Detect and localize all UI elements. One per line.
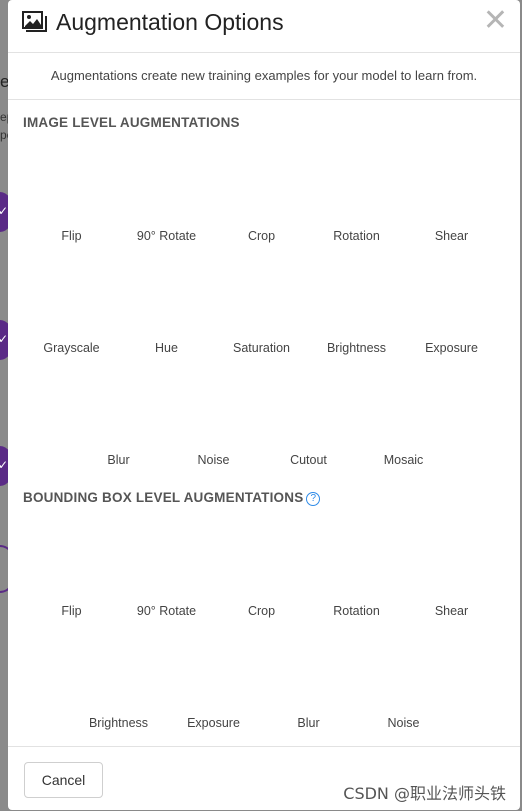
close-icon[interactable]: ✕	[483, 6, 508, 36]
aug-option-mosaic[interactable]: Mosaic	[356, 453, 451, 467]
image-gallery-icon	[22, 11, 47, 32]
modal-title: Augmentation Options	[56, 9, 284, 35]
aug-option-exposure[interactable]: Exposure	[404, 341, 499, 355]
bbox-aug-option-blur[interactable]: Blur	[261, 716, 356, 730]
bbox-aug-option-rotation[interactable]: Rotation	[309, 604, 404, 618]
bbox-level-heading-text: BOUNDING BOX LEVEL AUGMENTATIONS	[23, 490, 304, 505]
bbox-aug-option-90-rotate[interactable]: 90° Rotate	[119, 604, 214, 618]
aug-option-cutout[interactable]: Cutout	[261, 453, 356, 467]
aug-option-noise[interactable]: Noise	[166, 453, 261, 467]
bbox-aug-option-noise[interactable]: Noise	[356, 716, 451, 730]
bbox-aug-option-shear[interactable]: Shear	[404, 604, 499, 618]
aug-option-shear[interactable]: Shear	[404, 229, 499, 243]
cancel-button[interactable]: Cancel	[24, 762, 103, 798]
aug-option-90-rotate[interactable]: 90° Rotate	[119, 229, 214, 243]
aug-option-hue[interactable]: Hue	[119, 341, 214, 355]
modal-header: Augmentation Options ✕	[8, 0, 520, 53]
bbox-level-heading: BOUNDING BOX LEVEL AUGMENTATIONS?	[23, 490, 321, 506]
modal-description: Augmentations create new training exampl…	[8, 53, 520, 100]
augmentation-options-modal: Augmentation Options ✕ Augmentations cre…	[8, 0, 520, 810]
bbox-aug-option-exposure[interactable]: Exposure	[166, 716, 261, 730]
aug-option-blur[interactable]: Blur	[71, 453, 166, 467]
help-icon[interactable]: ?	[306, 492, 321, 506]
aug-option-brightness[interactable]: Brightness	[309, 341, 404, 355]
aug-option-saturation[interactable]: Saturation	[214, 341, 309, 355]
image-level-heading: IMAGE LEVEL AUGMENTATIONS	[23, 115, 240, 130]
aug-option-crop[interactable]: Crop	[214, 229, 309, 243]
bbox-aug-option-brightness[interactable]: Brightness	[71, 716, 166, 730]
aug-option-flip[interactable]: Flip	[24, 229, 119, 243]
watermark: CSDN @职业法师头铁	[343, 784, 506, 803]
bbox-aug-option-flip[interactable]: Flip	[24, 604, 119, 618]
aug-option-grayscale[interactable]: Grayscale	[24, 341, 119, 355]
bbox-aug-option-crop[interactable]: Crop	[214, 604, 309, 618]
aug-option-rotation[interactable]: Rotation	[309, 229, 404, 243]
